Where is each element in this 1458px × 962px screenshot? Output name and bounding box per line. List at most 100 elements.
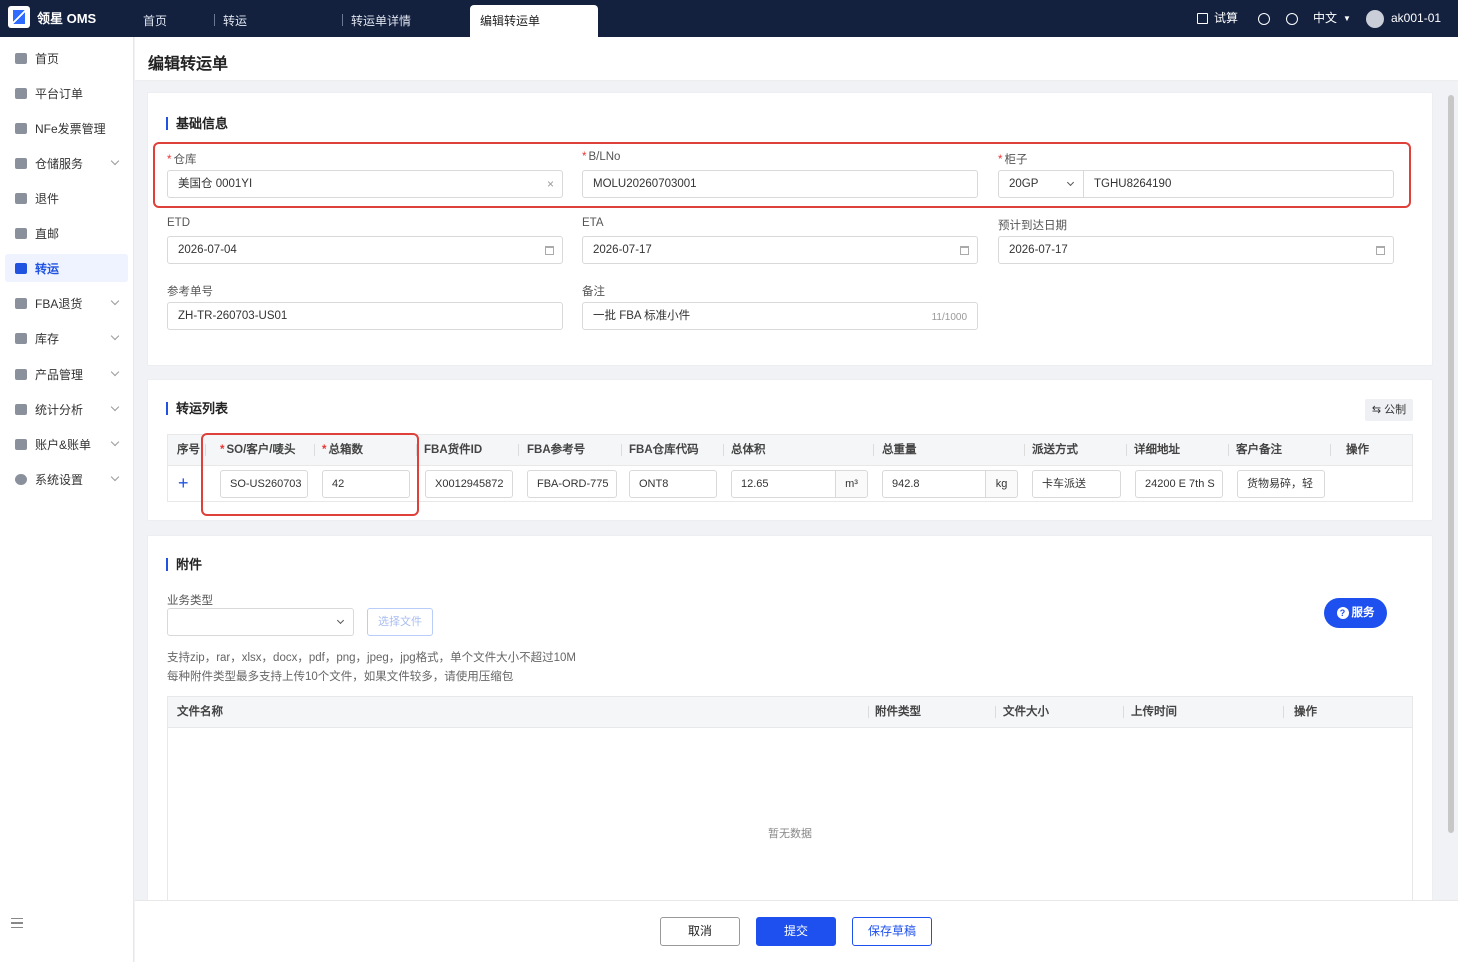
attachment-title: 附件 bbox=[166, 558, 202, 571]
tab-edit-transfer[interactable]: 编辑转运单 bbox=[470, 5, 598, 37]
page-title: 编辑转运单 bbox=[148, 56, 229, 73]
app-logo[interactable]: 领星 OMS bbox=[8, 6, 96, 28]
ref-input[interactable]: ZH-TR-260703-US01 bbox=[167, 302, 563, 330]
sidebar-item-inventory[interactable]: 库存 bbox=[5, 324, 128, 352]
fba-ref-input[interactable]: FBA-ORD-775 bbox=[527, 470, 617, 498]
arrival-date-input[interactable]: 2026-07-17 bbox=[998, 236, 1394, 264]
user-menu[interactable]: ak001-01 bbox=[1366, 0, 1441, 37]
col-divider bbox=[723, 444, 724, 456]
chevron-down-icon bbox=[110, 331, 120, 341]
sidebar-item-home[interactable]: 首页 bbox=[5, 44, 128, 72]
ref-label: 参考单号 bbox=[167, 286, 213, 298]
sidebar-item-warehouse[interactable]: 仓储服务 bbox=[5, 149, 128, 177]
customer-note-input[interactable]: 货物易碎，轻 bbox=[1237, 470, 1325, 498]
tab-home[interactable]: 首页 bbox=[143, 5, 167, 37]
col-file-size: 文件大小 bbox=[1003, 706, 1049, 718]
eta-date-input[interactable]: 2026-07-17 bbox=[582, 236, 978, 264]
download-icon bbox=[1258, 12, 1270, 25]
menu-collapse-icon[interactable] bbox=[11, 918, 23, 928]
col-divider bbox=[621, 444, 622, 456]
fba-icon bbox=[15, 297, 27, 309]
sidebar-item-accounts[interactable]: 账户&账单 bbox=[5, 430, 128, 458]
calculator-icon bbox=[1197, 13, 1208, 24]
col-divider bbox=[868, 706, 869, 718]
col-customer-note: 客户备注 bbox=[1236, 444, 1282, 456]
service-button[interactable]: ? 服务 bbox=[1324, 598, 1387, 628]
calendar-icon bbox=[960, 246, 969, 255]
sidebar-item-transfer[interactable]: 转运 bbox=[5, 254, 128, 282]
sidebar-item-nfe[interactable]: NFe发票管理 bbox=[5, 114, 128, 142]
sidebar-item-direct-mail[interactable]: 直邮 bbox=[5, 219, 128, 247]
choose-file-button[interactable]: 选择文件 bbox=[367, 608, 433, 636]
scroll-thumb[interactable] bbox=[1448, 95, 1454, 833]
etd-label: ETD bbox=[167, 217, 190, 229]
sidebar-item-label: 退件 bbox=[35, 191, 60, 206]
chevron-down-icon bbox=[110, 156, 120, 166]
page-scrollbar[interactable] bbox=[1447, 89, 1455, 895]
trial-button[interactable]: 试算 bbox=[1197, 0, 1238, 37]
warehouse-icon bbox=[15, 157, 27, 169]
cancel-button[interactable]: 取消 bbox=[660, 917, 740, 946]
transfer-list-title: 转运列表 bbox=[166, 402, 228, 415]
settings-button[interactable] bbox=[1286, 0, 1304, 37]
eta-value: 2026-07-17 bbox=[593, 244, 652, 256]
submit-button[interactable]: 提交 bbox=[756, 917, 836, 946]
sidebar-item-label: 统计分析 bbox=[35, 402, 84, 417]
col-index: 序号 bbox=[177, 444, 200, 456]
weight-input[interactable]: 942.8 bbox=[882, 470, 986, 498]
col-actions: 操作 bbox=[1294, 706, 1317, 718]
remark-textarea[interactable]: 一批 FBA 标准小件 11/1000 bbox=[582, 302, 978, 330]
col-divider bbox=[518, 444, 519, 456]
address-input[interactable]: 24200 E 7th S bbox=[1135, 470, 1223, 498]
delivery-select[interactable]: 卡车派送 bbox=[1032, 470, 1121, 498]
chart-icon bbox=[15, 403, 27, 415]
add-row-icon[interactable]: + bbox=[178, 470, 189, 496]
sidebar-item-settings[interactable]: 系统设置 bbox=[5, 465, 128, 493]
save-draft-button[interactable]: 保存草稿 bbox=[852, 917, 932, 946]
etd-date-input[interactable]: 2026-07-04 bbox=[167, 236, 563, 264]
tab-transfer-detail[interactable]: 转运单详情 bbox=[351, 5, 411, 37]
caret-down-icon: ▼ bbox=[1343, 14, 1351, 23]
tab-transfer[interactable]: 转运 bbox=[223, 5, 247, 37]
empty-text: 暂无数据 bbox=[768, 828, 812, 840]
sidebar-item-products[interactable]: 产品管理 bbox=[5, 360, 128, 388]
sidebar-item-returns[interactable]: 退件 bbox=[5, 184, 128, 212]
sidebar-item-label: 系统设置 bbox=[35, 472, 84, 487]
chevron-down-icon bbox=[336, 616, 345, 625]
sidebar-item-fba-returns[interactable]: FBA退货 bbox=[5, 289, 128, 317]
calendar-icon bbox=[545, 246, 554, 255]
volume-unit: m³ bbox=[835, 470, 868, 498]
remark-label: 备注 bbox=[582, 286, 605, 298]
sidebar-item-label: 仓储服务 bbox=[35, 156, 84, 171]
download-button[interactable] bbox=[1258, 0, 1276, 37]
col-volume: 总体积 bbox=[731, 444, 766, 456]
sidebar-item-platform-orders[interactable]: 平台订单 bbox=[5, 79, 128, 107]
chevron-down-icon bbox=[110, 472, 120, 482]
etd-value: 2026-07-04 bbox=[178, 244, 237, 256]
fba-id-input[interactable]: X0012945872 bbox=[425, 470, 513, 498]
col-address: 详细地址 bbox=[1134, 444, 1180, 456]
sidebar-item-analytics[interactable]: 统计分析 bbox=[5, 395, 128, 423]
file-format-hint: 支持zip，rar，xlsx，docx，pdf，png，jpeg，jpg格式，单… bbox=[167, 652, 576, 664]
sidebar-item-label: FBA退货 bbox=[35, 296, 83, 311]
col-divider bbox=[1330, 444, 1331, 456]
help-icon: ? bbox=[1336, 607, 1349, 619]
language-select[interactable]: 中文 ▼ bbox=[1313, 0, 1351, 37]
page-header: 编辑转运单 bbox=[135, 37, 1458, 81]
col-upload-time: 上传时间 bbox=[1131, 706, 1177, 718]
attachment-table-body: 暂无数据 bbox=[167, 728, 1413, 900]
volume-input[interactable]: 12.65 bbox=[731, 470, 836, 498]
col-divider bbox=[1024, 444, 1025, 456]
col-fba-code: FBA仓库代码 bbox=[629, 444, 699, 456]
eta-label: ETA bbox=[582, 217, 604, 229]
fba-code-input[interactable]: ONT8 bbox=[629, 470, 717, 498]
col-attach-type: 附件类型 bbox=[875, 706, 921, 718]
unit-toggle-button[interactable]: ⇆ 公制 bbox=[1365, 399, 1413, 421]
chevron-down-icon bbox=[110, 402, 120, 412]
remark-value: 一批 FBA 标准小件 bbox=[593, 310, 691, 322]
trial-label: 试算 bbox=[1214, 11, 1239, 25]
col-divider bbox=[873, 444, 874, 456]
col-fba-id: FBA货件ID bbox=[424, 444, 483, 456]
gear-icon bbox=[1286, 12, 1298, 25]
biz-type-select[interactable] bbox=[167, 608, 354, 636]
